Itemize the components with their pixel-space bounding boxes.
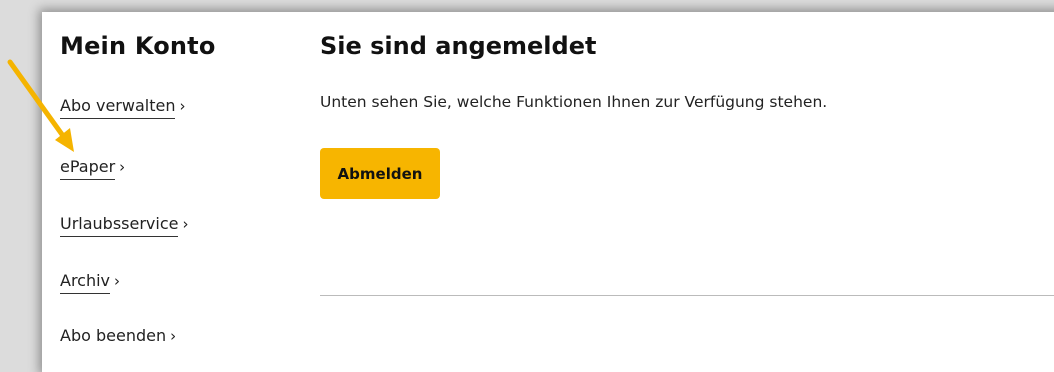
chevron-right-icon: › [114,272,121,290]
logout-button[interactable]: Abmelden [320,148,440,199]
sidebar-item-label: Archiv [60,271,111,294]
divider [320,295,1054,296]
sidebar-item-label: ePaper [60,157,116,180]
sidebar-item-label: Abo verwalten [60,96,176,119]
sidebar-item-abo-beenden[interactable]: Abo beenden › [60,326,176,348]
chevron-right-icon: › [170,327,177,345]
sidebar-item-label: Abo beenden [60,326,167,345]
page-subtitle: Unten sehen Sie, welche Funktionen Ihnen… [320,93,828,111]
page-title: Sie sind angemeldet [320,32,597,60]
chevron-right-icon: › [182,215,189,233]
chevron-right-icon: › [179,97,186,115]
sidebar-item-label: Urlaubsservice [60,214,179,237]
sidebar-item-epaper[interactable]: ePaper › [60,157,125,180]
sidebar-item-urlaubsservice[interactable]: Urlaubsservice › [60,214,188,237]
sidebar-item-abo-verwalten[interactable]: Abo verwalten › [60,96,185,119]
chevron-right-icon: › [119,158,126,176]
sidebar-item-archiv[interactable]: Archiv › [60,271,120,294]
account-panel [42,12,1054,372]
sidebar-title: Mein Konto [60,32,216,60]
